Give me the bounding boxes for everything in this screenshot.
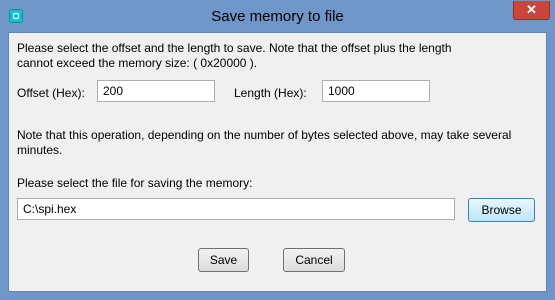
dialog-content: Please select the offset and the length … bbox=[8, 32, 547, 292]
instructions-line-1: Please select the offset and the length … bbox=[17, 41, 452, 55]
note-line-1: Note that this operation, depending on t… bbox=[17, 128, 512, 142]
file-path-input[interactable]: C:\spi.hex bbox=[17, 198, 455, 220]
title-bar[interactable]: Save memory to file ✕ bbox=[1, 1, 554, 32]
note-line-2: minutes. bbox=[17, 143, 63, 157]
offset-input[interactable]: 200 bbox=[97, 80, 215, 102]
cancel-button[interactable]: Cancel bbox=[283, 248, 345, 272]
close-button[interactable]: ✕ bbox=[513, 1, 550, 20]
browse-button[interactable]: Browse bbox=[468, 198, 535, 222]
file-label: Please select the file for saving the me… bbox=[17, 176, 253, 190]
instructions-line-2: cannot exceed the memory size: ( 0x20000… bbox=[17, 56, 258, 70]
dialog-window: Save memory to file ✕ Please select the … bbox=[0, 0, 555, 300]
offset-label: Offset (Hex): bbox=[17, 86, 85, 100]
length-input[interactable]: 1000 bbox=[322, 80, 430, 102]
window-title: Save memory to file bbox=[211, 8, 344, 25]
length-label: Length (Hex): bbox=[234, 86, 307, 100]
save-button[interactable]: Save bbox=[198, 248, 249, 272]
